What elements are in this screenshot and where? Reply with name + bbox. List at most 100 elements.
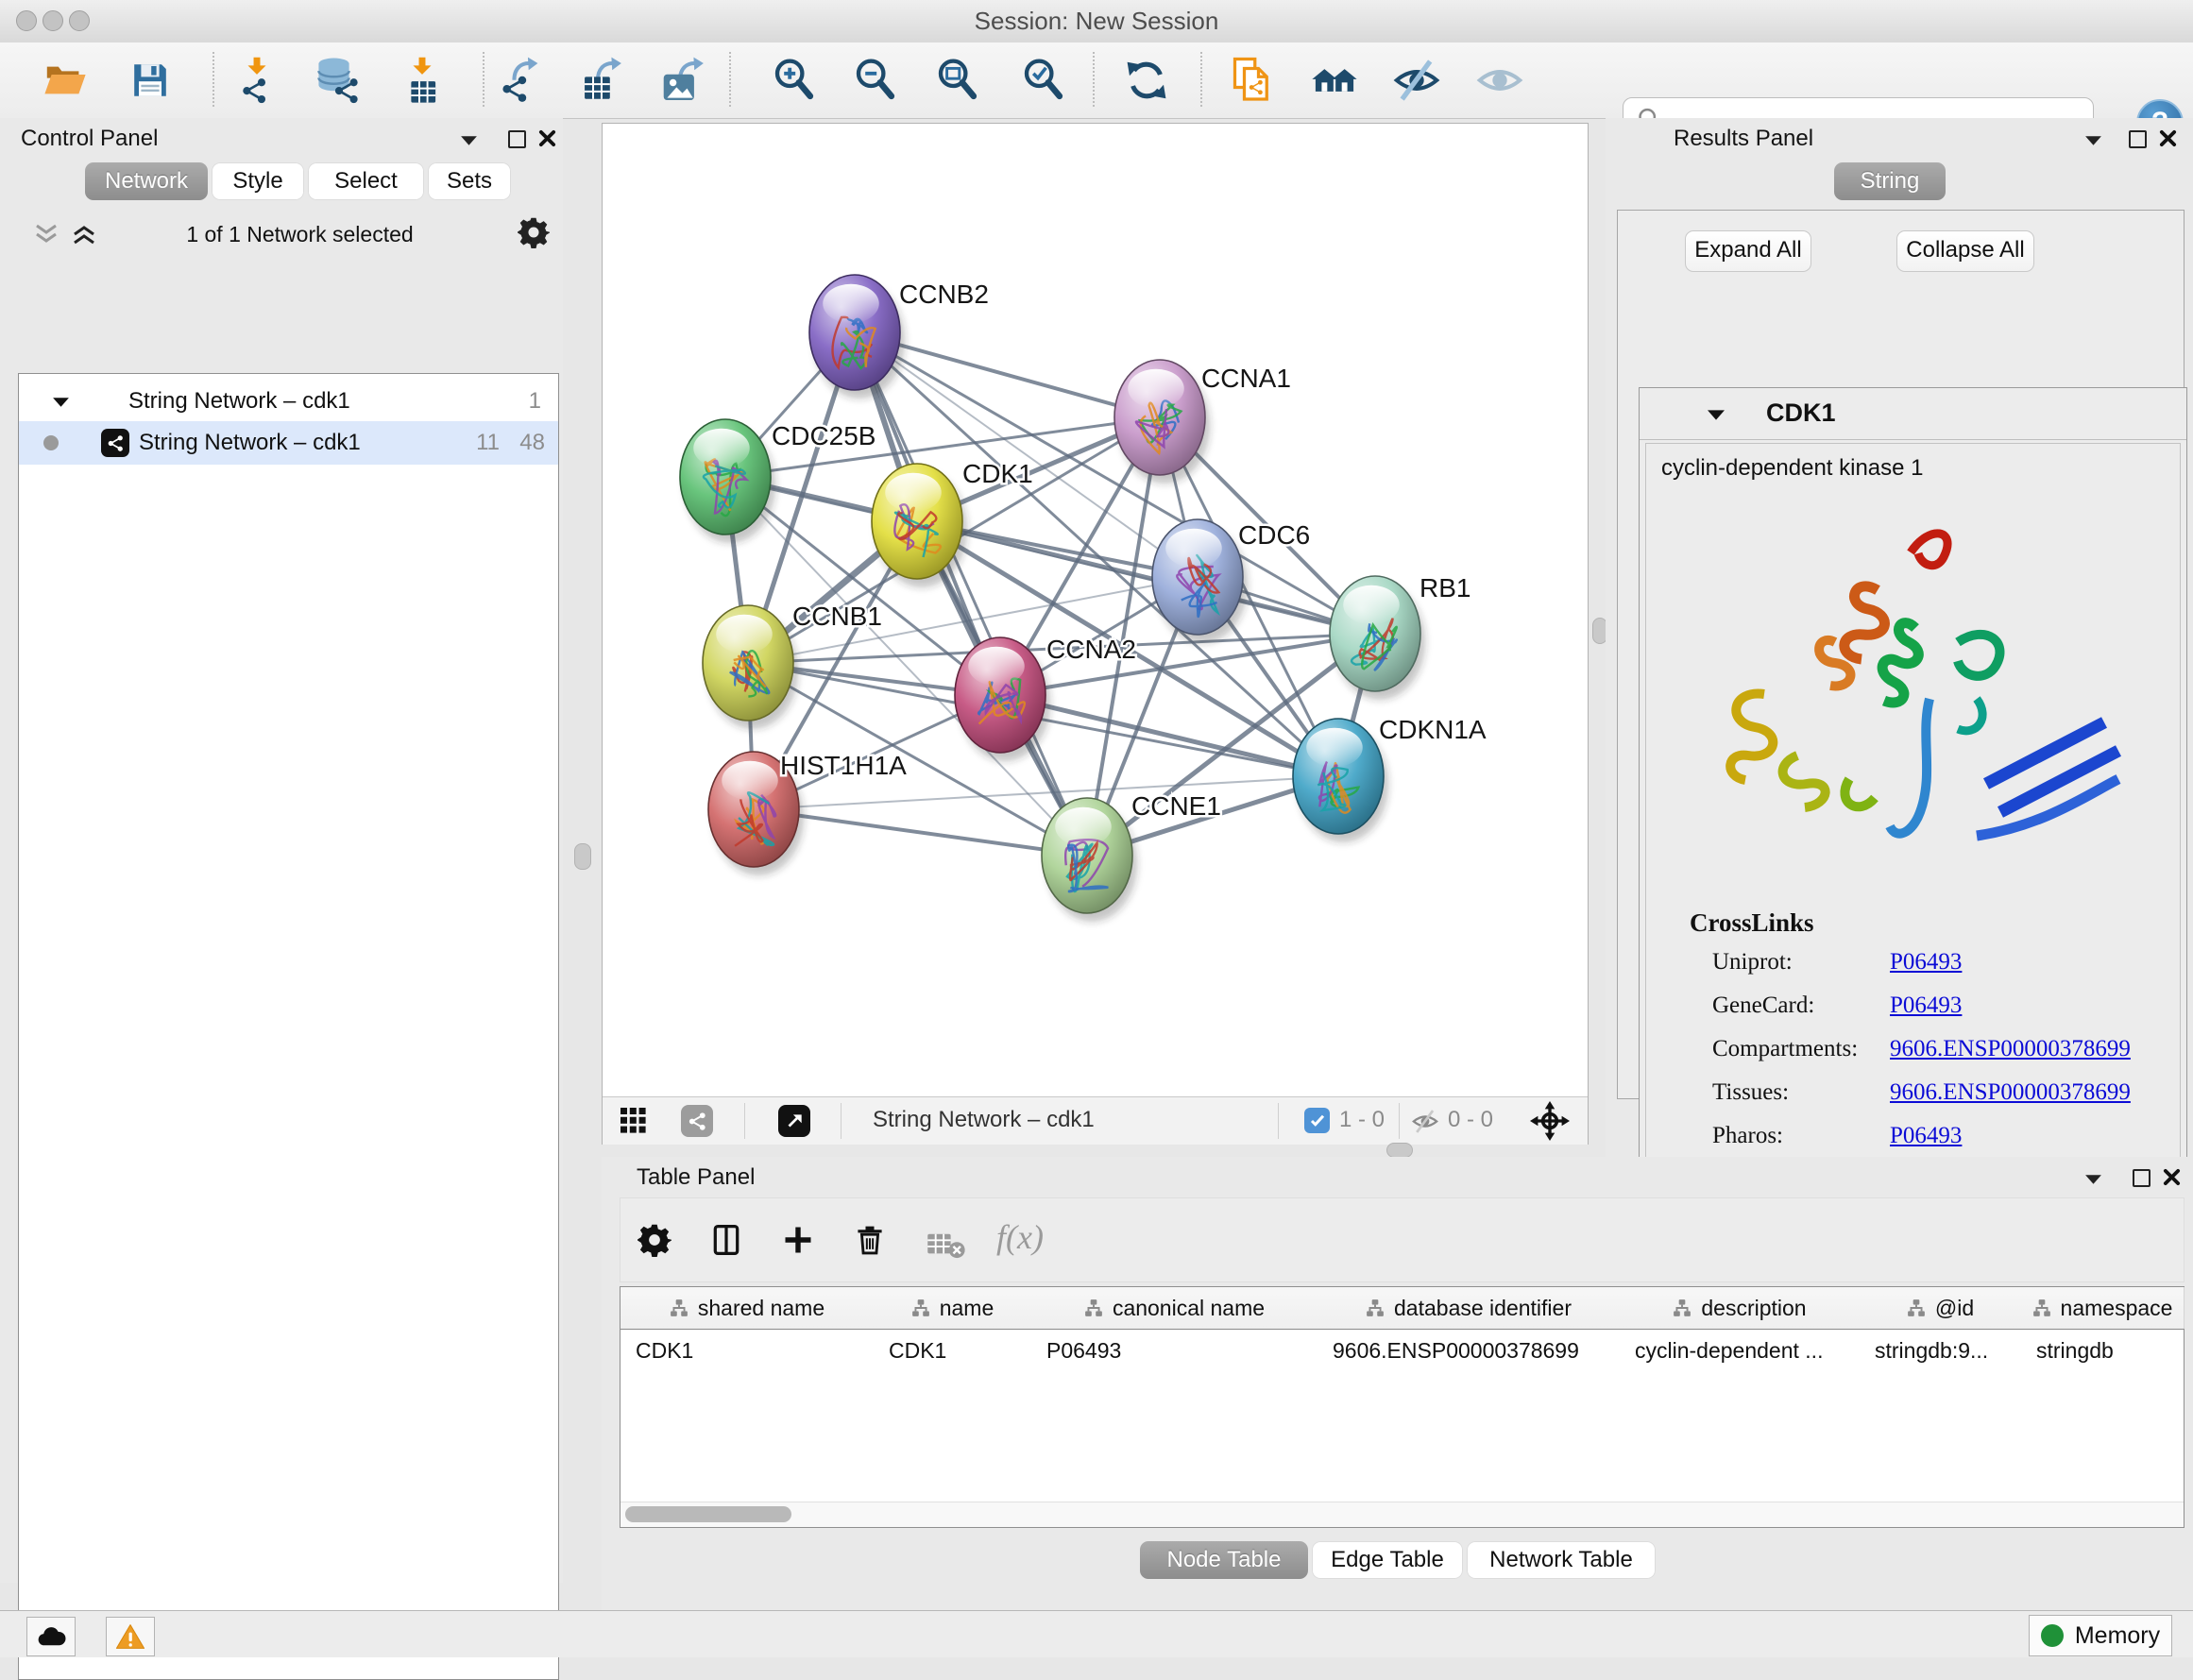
import-network-from-database-button[interactable] [309,52,364,109]
node-label-cdkn1a: CDKN1A [1379,715,1487,744]
tab-edge-table[interactable]: Edge Table [1312,1541,1463,1579]
hide-selected-button[interactable] [1389,52,1444,109]
warnings-button[interactable] [106,1617,155,1656]
panel-collapse-icon[interactable] [2085,1174,2101,1185]
results-panel-title: Results Panel [1674,126,1813,152]
gene-description: cyclin-dependent kinase 1 [1661,455,1924,482]
network-view[interactable]: CCNB2CCNA1CDC25BCDK1CDC6RB1CCNB1CCNA2CDK… [602,123,1589,1145]
tab-select[interactable]: Select [308,162,424,200]
vertical-splitter-handle[interactable] [574,843,591,870]
save-session-button[interactable] [123,52,178,109]
birds-eye-view-icon[interactable] [778,1105,810,1137]
hierarchy-icon [1084,1298,1103,1317]
table-toolbar: f(x) [620,1197,2184,1282]
grid-view-icon[interactable] [620,1108,647,1134]
network-node-ccnb1[interactable] [703,605,798,729]
scrollbar-thumb[interactable] [625,1506,791,1522]
column-header-namespace[interactable]: namespace [2021,1287,2184,1329]
panel-close-icon[interactable] [538,129,556,147]
import-network-button[interactable] [230,52,284,109]
zoom-in-button[interactable] [767,52,822,109]
export-image-button[interactable] [657,52,712,109]
network-graph[interactable]: CCNB2CCNA1CDC25BCDK1CDC6RB1CCNB1CCNA2CDK… [603,124,1588,1096]
zoom-out-button[interactable] [848,52,903,109]
network-node-ccne1[interactable] [1042,798,1137,922]
network-node-cdk1[interactable] [872,464,967,587]
refresh-icon [1124,58,1169,103]
crosslinks-list: Uniprot:P06493GeneCard:P06493Compartment… [1646,949,2180,1176]
duplicate-network-button[interactable] [1224,52,1279,109]
tab-network[interactable]: Network [85,162,208,200]
collapse-all-networks-icon[interactable] [34,224,59,245]
gene-name: CDK1 [1766,399,1836,428]
panel-close-icon[interactable] [2163,1168,2181,1186]
crosslink-link[interactable]: P06493 [1890,949,1962,976]
network-node-rb1[interactable] [1330,576,1425,700]
crosslink-link[interactable]: P06493 [1890,1123,1962,1149]
zoom-fit-button[interactable] [930,52,985,109]
apply-layout-button[interactable] [1119,52,1174,109]
tab-node-table[interactable]: Node Table [1140,1541,1308,1579]
memory-button[interactable]: Memory [2029,1615,2172,1656]
first-neighbors-button[interactable] [1307,52,1362,109]
section-collapse-icon[interactable] [1708,409,1725,421]
panel-float-icon[interactable] [2129,130,2147,148]
panel-close-icon[interactable] [2159,129,2177,147]
pan-crosshair-icon[interactable] [1530,1101,1570,1141]
delete-column-icon[interactable] [853,1223,887,1257]
tab-network-table[interactable]: Network Table [1467,1541,1656,1579]
column-header-name[interactable]: name [874,1287,1032,1329]
tab-style[interactable]: Style [212,162,304,200]
zoom-selected-button[interactable] [1016,52,1071,109]
column-header-canonical-name[interactable]: canonical name [1031,1287,1318,1329]
collapse-all-button[interactable]: Collapse All [1896,230,2034,272]
network-node-ccna1[interactable] [1114,360,1210,484]
import-table-button[interactable] [395,52,450,109]
expand-all-button[interactable]: Expand All [1685,230,1811,272]
cloud-status-button[interactable] [26,1617,76,1656]
network-node-ccna2[interactable] [955,637,1050,761]
crosslink-row: Uniprot:P06493 [1646,949,2180,993]
panel-float-icon[interactable] [508,130,526,148]
crosslink-link[interactable]: P06493 [1890,993,1962,1019]
export-table-button[interactable] [575,52,630,109]
crosslink-link[interactable]: 9606.ENSP00000378699 [1890,1079,2131,1106]
protein-structure-image [1674,501,2147,897]
tab-string[interactable]: String [1834,162,1946,200]
tab-sets[interactable]: Sets [428,162,511,200]
gene-section-header[interactable]: CDK1 [1640,388,2186,440]
crosslink-link[interactable]: 9606.ENSP00000378699 [1890,1036,2131,1062]
network-node-cdc6[interactable] [1152,519,1248,643]
network-options-gear-icon[interactable] [518,216,550,248]
column-header-description[interactable]: description [1620,1287,1861,1329]
selected-checkbox-icon[interactable] [1304,1108,1330,1133]
network-collection-row[interactable]: String Network – cdk1 1 [19,382,558,421]
table-options-gear-icon[interactable] [638,1223,672,1257]
column-header-shared-name[interactable]: shared name [620,1287,875,1329]
network-share-badge[interactable] [681,1105,713,1137]
show-all-button[interactable] [1472,52,1527,109]
network-node-ccnb2[interactable] [809,275,905,399]
network-node-cdkn1a[interactable] [1293,719,1388,842]
column-header-label: name [940,1296,994,1321]
network-row-selected[interactable]: String Network – cdk1 11 48 [19,421,558,465]
panel-collapse-icon[interactable] [461,135,477,146]
toolbar-separator [483,52,484,107]
add-column-icon[interactable] [781,1223,815,1257]
network-type-icon [101,429,129,457]
panel-float-icon[interactable] [2133,1169,2150,1187]
column-header--id[interactable]: @id [1860,1287,2022,1329]
toolbar-separator [1093,52,1095,107]
horizontal-splitter-handle[interactable] [1386,1143,1413,1158]
tree-expand-icon[interactable] [53,397,69,408]
panel-collapse-icon[interactable] [2085,135,2101,146]
column-header-database-identifier[interactable]: database identifier [1318,1287,1621,1329]
export-network-button[interactable] [494,52,549,109]
open-session-button[interactable] [38,52,93,109]
string-results-container: Expand All Collapse All CDK1 cyclin-depe… [1617,210,2184,1099]
table-horizontal-scrollbar[interactable] [620,1502,2184,1527]
table-row[interactable]: CDK1CDK1P064939606.ENSP00000378699cyclin… [620,1330,2184,1371]
cloud-icon [35,1623,67,1650]
show-columns-icon[interactable] [709,1223,743,1257]
expand-all-networks-icon[interactable] [72,224,96,245]
